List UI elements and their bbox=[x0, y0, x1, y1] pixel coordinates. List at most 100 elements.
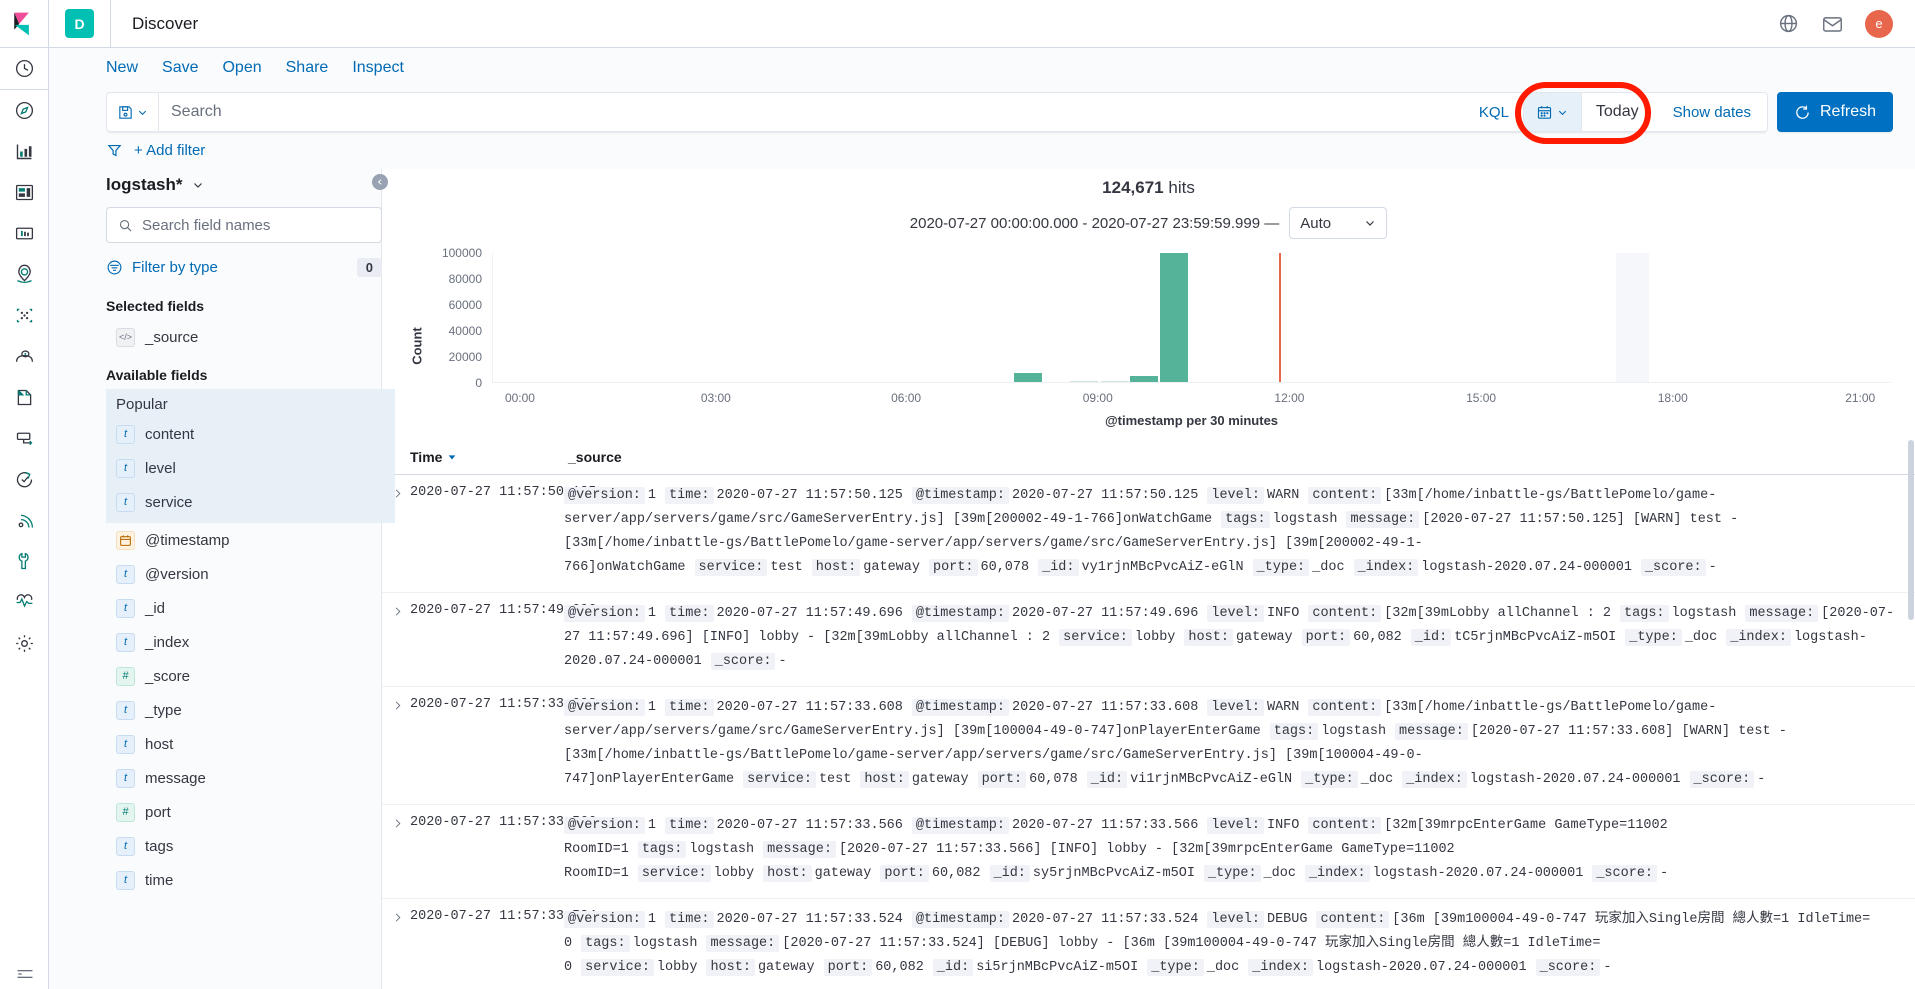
app-badge[interactable]: D bbox=[49, 0, 111, 47]
field-key: service: bbox=[694, 559, 768, 576]
field-row-score[interactable]: # _score bbox=[106, 659, 395, 693]
field-search-input[interactable] bbox=[142, 216, 370, 234]
canvas-icon[interactable] bbox=[0, 213, 49, 254]
discover-compass-icon[interactable] bbox=[0, 90, 49, 131]
column-header-source[interactable]: _source bbox=[564, 449, 622, 465]
field-search-box[interactable] bbox=[106, 207, 382, 243]
field-row-content[interactable]: t content bbox=[106, 417, 395, 451]
menu-open[interactable]: Open bbox=[222, 59, 261, 77]
dashboard-icon[interactable] bbox=[0, 172, 49, 213]
time-range-text: 2020-07-27 00:00:00.000 - 2020-07-27 23:… bbox=[909, 214, 1280, 232]
field-value: _doc bbox=[1684, 630, 1718, 645]
field-type-icon bbox=[116, 530, 135, 550]
field-value: gateway bbox=[814, 866, 872, 881]
field-row-port[interactable]: # port bbox=[106, 795, 395, 829]
collapse-nav-icon[interactable] bbox=[0, 967, 49, 981]
histogram-bar[interactable] bbox=[1101, 380, 1130, 382]
field-value: gateway bbox=[911, 772, 969, 787]
table-row[interactable]: 2020-07-27 11:57:50.125 @version: 1 time: 20… bbox=[382, 475, 1915, 593]
field-value: lobby bbox=[656, 960, 698, 975]
date-picker: Today bbox=[1514, 82, 1657, 144]
saved-query-button[interactable] bbox=[107, 93, 159, 131]
field-row-tags[interactable]: t tags bbox=[106, 829, 395, 863]
logs-icon[interactable] bbox=[0, 377, 49, 418]
field-row-level[interactable]: t level bbox=[106, 451, 395, 485]
help-icon[interactable] bbox=[1777, 13, 1799, 35]
field-key: tags: bbox=[1269, 723, 1319, 740]
add-filter-button[interactable]: + Add filter bbox=[134, 142, 205, 159]
histogram-bar[interactable] bbox=[1159, 253, 1188, 382]
field-value: - bbox=[778, 654, 787, 669]
field-row-message[interactable]: t message bbox=[106, 761, 395, 795]
selected-fields-list: </> _source bbox=[106, 320, 395, 354]
avatar[interactable]: e bbox=[1865, 9, 1893, 38]
x-axis-title: @timestamp per 30 minutes bbox=[1104, 413, 1279, 428]
chevron-down-icon bbox=[193, 183, 202, 188]
collapse-sidebar-button[interactable] bbox=[372, 174, 388, 190]
histogram-bar[interactable] bbox=[1014, 372, 1043, 382]
field-row-timestamp[interactable]: @timestamp bbox=[106, 523, 395, 557]
interval-select[interactable]: Auto bbox=[1289, 207, 1388, 239]
uptime-icon[interactable] bbox=[0, 459, 49, 500]
recently-viewed-icon[interactable] bbox=[0, 48, 49, 89]
field-key: service: bbox=[581, 959, 654, 976]
refresh-button[interactable]: Refresh bbox=[1777, 92, 1893, 132]
field-key: port: bbox=[928, 559, 978, 576]
histogram-bar[interactable] bbox=[1130, 375, 1159, 382]
histogram-bar[interactable] bbox=[1070, 380, 1099, 382]
search-input[interactable] bbox=[159, 93, 1465, 131]
date-range-label[interactable]: Today bbox=[1582, 93, 1657, 131]
query-language-button[interactable]: KQL bbox=[1465, 93, 1524, 131]
show-dates-button[interactable]: Show dates bbox=[1657, 93, 1767, 131]
field-key: tags: bbox=[581, 935, 630, 952]
field-row-type[interactable]: t _type bbox=[106, 693, 395, 727]
maps-icon[interactable] bbox=[0, 254, 49, 295]
expand-row-icon[interactable] bbox=[382, 908, 410, 980]
visualize-barchart-icon[interactable] bbox=[0, 131, 49, 172]
management-gear-icon[interactable] bbox=[0, 623, 49, 664]
add-filter-icon[interactable] bbox=[106, 142, 123, 159]
histogram-chart[interactable]: Count 100000 80000 60000 40000 20000 0 0… bbox=[406, 246, 1891, 438]
field-row-version[interactable]: t @version bbox=[106, 557, 395, 591]
field-name: message bbox=[145, 769, 206, 787]
table-header-row: Time _source bbox=[382, 440, 1915, 475]
page-title: Discover bbox=[132, 13, 199, 33]
plot-area[interactable] bbox=[492, 253, 1891, 383]
field-row-host[interactable]: t host bbox=[106, 727, 395, 761]
field-value: - bbox=[1660, 866, 1669, 881]
infrastructure-icon[interactable] bbox=[0, 336, 49, 377]
table-row[interactable]: 2020-07-27 11:57:33.608 @version: 1 time: 20… bbox=[382, 687, 1915, 805]
menu-save[interactable]: Save bbox=[162, 59, 198, 77]
field-type-icon: t bbox=[116, 632, 135, 652]
field-value: test bbox=[818, 772, 852, 787]
table-row[interactable]: 2020-07-27 11:57:33.566 @version: 1 time: 20… bbox=[382, 805, 1915, 899]
table-row[interactable]: 2020-07-27 11:57:49.696 @version: 1 time: 20… bbox=[382, 593, 1915, 687]
field-row-id[interactable]: t _id bbox=[106, 591, 395, 625]
index-pattern-selector[interactable]: logstash* bbox=[106, 175, 381, 195]
siem-icon[interactable] bbox=[0, 500, 49, 541]
chevron-down-icon bbox=[1559, 110, 1567, 115]
field-row-index[interactable]: t _index bbox=[106, 625, 395, 659]
date-quick-select-button[interactable] bbox=[1523, 93, 1582, 131]
field-key: content: bbox=[1308, 699, 1382, 716]
menu-inspect[interactable]: Inspect bbox=[352, 59, 404, 77]
table-row[interactable]: 2020-07-27 11:57:33.524 @version: 1 time: 20… bbox=[382, 899, 1915, 989]
table-rows: 2020-07-27 11:57:50.125 @version: 1 time: 20… bbox=[382, 475, 1915, 989]
apm-icon[interactable] bbox=[0, 418, 49, 459]
column-header-time[interactable]: Time bbox=[382, 449, 564, 465]
field-row-source[interactable]: </> _source bbox=[106, 320, 395, 354]
monitoring-heartbeat-icon[interactable] bbox=[0, 582, 49, 623]
dev-tools-wrench-icon[interactable] bbox=[0, 541, 49, 582]
popular-label: Popular bbox=[116, 395, 168, 413]
elastic-logo[interactable] bbox=[0, 0, 49, 47]
menu-share[interactable]: Share bbox=[286, 59, 329, 77]
menu-new[interactable]: New bbox=[106, 59, 138, 77]
field-row-time[interactable]: t time bbox=[106, 863, 395, 897]
field-key: host: bbox=[1184, 629, 1233, 646]
machine-learning-icon[interactable] bbox=[0, 295, 49, 336]
filter-by-type-button[interactable]: Filter by type 0 bbox=[106, 250, 382, 285]
scrollbar-thumb[interactable] bbox=[1908, 440, 1914, 620]
field-row-service[interactable]: t service bbox=[106, 485, 395, 519]
mail-icon[interactable] bbox=[1821, 13, 1843, 35]
results-scrollbar[interactable] bbox=[1908, 440, 1914, 987]
